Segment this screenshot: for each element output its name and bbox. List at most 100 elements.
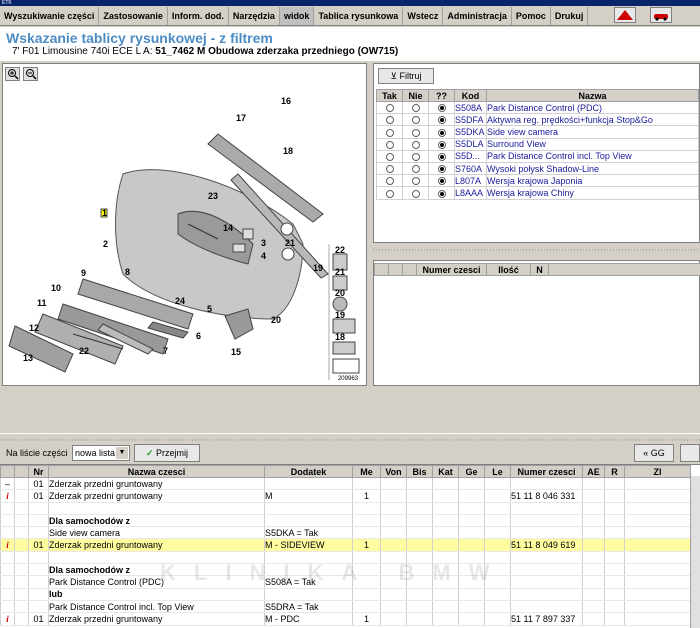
parts-diagram[interactable]: 1617182314342112199 811102451267221320152… [3,64,366,385]
menu-item-4[interactable]: widok [279,6,315,25]
radio-unknown[interactable] [437,189,446,198]
radio-nie[interactable] [411,104,420,113]
radio-tak[interactable] [385,177,394,186]
radio-unknown[interactable] [437,140,446,149]
col-me[interactable]: Me [352,465,381,478]
side-callout-18[interactable]: 18 [335,332,345,342]
filter-button[interactable]: ⊻ Filtruj [378,68,434,84]
table-row[interactable]: i 01 Zderzak przedni gruntowany M 1 51 11 8 0… [0,489,691,503]
side-callout-22[interactable]: 22 [335,245,345,255]
table-row[interactable] [0,502,691,515]
callout-16[interactable]: 16 [281,96,291,106]
callout-4[interactable]: 4 [261,251,266,261]
callout-23[interactable]: 23 [208,191,218,201]
callout-13[interactable]: 13 [23,353,33,363]
col-von[interactable]: Von [380,465,407,478]
menu-item-2[interactable]: Inform. dod. [168,6,229,25]
col-bis[interactable]: Bis [406,465,433,478]
callout-5[interactable]: 5 [207,304,212,314]
menu-item-0[interactable]: Wyszukiwanie części [0,6,100,25]
col-nr[interactable]: Nr [28,465,49,478]
menu-item-9[interactable]: Drukuj [551,6,589,25]
col-r[interactable]: R [604,465,625,478]
radio-nie[interactable] [411,177,420,186]
col-part-number[interactable]: Numer czesci [416,263,487,276]
callout-1[interactable]: 1 [102,208,107,218]
col-kod[interactable]: Kod [454,89,487,102]
col-ae[interactable]: AE [582,465,605,478]
col-le[interactable]: Le [484,465,511,478]
callout-17[interactable]: 17 [236,113,246,123]
callout-6[interactable]: 6 [196,331,201,341]
radio-nie[interactable] [411,128,420,137]
radio-nie[interactable] [411,189,420,198]
next-button[interactable] [680,444,700,462]
filter-row[interactable]: S5DFA Aktywna reg. prędkości+funkcja Stop… [376,113,699,127]
radio-tak[interactable] [385,104,394,113]
callout-2[interactable]: 2 [103,239,108,249]
radio-unknown[interactable] [437,104,446,113]
radio-unknown[interactable] [437,116,446,125]
callout-3[interactable]: 3 [261,238,266,248]
menu-item-7[interactable]: Administracja [443,6,512,25]
radio-unknown[interactable] [437,152,446,161]
vertical-scrollbar[interactable] [690,476,700,628]
callout-19[interactable]: 19 [313,263,323,273]
col-unknown[interactable]: ?? [428,89,455,102]
filter-row[interactable]: L8AAA Wersja krajowa Chiny [376,186,699,200]
callout-22[interactable]: 22 [79,346,89,356]
table-row[interactable]: i 01 Zderzak przedni gruntowany M - SIDEVIE… [0,538,691,552]
col-n[interactable]: N [530,263,549,276]
callout-14[interactable]: 14 [223,223,233,233]
radio-nie[interactable] [411,165,420,174]
menu-item-3[interactable]: Narzędzia [229,6,280,25]
radio-unknown[interactable] [437,128,446,137]
radio-tak[interactable] [385,165,394,174]
col-zl[interactable]: Zl [624,465,691,478]
gg-button[interactable]: « GG [634,444,674,462]
table-row[interactable]: Park Distance Control incl. Top View S5DR… [0,600,691,614]
radio-tak[interactable] [385,128,394,137]
table-row[interactable]: –01 Zderzak przedni gruntowany [0,477,691,491]
radio-nie[interactable] [411,116,420,125]
car-icon[interactable] [650,7,672,23]
menu-item-6[interactable]: Wstecz [403,6,444,25]
radio-tak[interactable] [385,116,394,125]
col-kat[interactable]: Kat [432,465,459,478]
col-addition[interactable]: Dodatek [264,465,353,478]
col-tak[interactable]: Tak [376,89,403,102]
table-row[interactable]: i 01 Zderzak przedni gruntowany M - PDC 1 51 … [0,612,691,626]
callout-21[interactable]: 21 [285,238,295,248]
filter-row[interactable]: S508A Park Distance Control (PDC) [376,100,699,115]
radio-tak[interactable] [385,189,394,198]
callout-10[interactable]: 10 [51,283,61,293]
target-list-select[interactable]: nowa lista ▼ [72,445,130,461]
menu-item-5[interactable]: Tablica rysunkowa [314,6,404,25]
callout-24[interactable]: 24 [175,296,185,306]
side-callout-21[interactable]: 21 [335,267,345,277]
radio-nie[interactable] [411,140,420,149]
col-quantity[interactable]: Ilość [486,263,531,276]
alert-icon[interactable] [614,7,636,23]
radio-tak[interactable] [385,152,394,161]
col-part-number-main[interactable]: Numer czesci [510,465,583,478]
filter-row[interactable]: S5DLA Surround View [376,137,699,151]
callout-15[interactable]: 15 [231,347,241,357]
radio-tak[interactable] [385,140,394,149]
accept-button[interactable]: ✓ Przejmij [134,444,200,462]
col-nazwa[interactable]: Nazwa [486,89,699,102]
radio-unknown[interactable] [437,165,446,174]
filter-row[interactable]: S5DKA Side view camera [376,125,699,139]
col-part-name[interactable]: Nazwa czesci [48,465,265,478]
col-nie[interactable]: Nie [402,89,429,102]
side-callout-20[interactable]: 20 [335,288,345,298]
callout-9[interactable]: 9 [81,268,86,278]
col-ge[interactable]: Ge [458,465,485,478]
filter-row[interactable]: L807A Wersja krajowa Japonia [376,174,699,188]
table-row[interactable]: Side view camera S5DKA = Tak [0,526,691,540]
radio-nie[interactable] [411,152,420,161]
callout-11[interactable]: 11 [37,298,47,308]
callout-7[interactable]: 7 [163,346,168,356]
table-row[interactable]: Dla samochodów z [0,514,691,528]
panel-splitter[interactable] [373,245,700,251]
